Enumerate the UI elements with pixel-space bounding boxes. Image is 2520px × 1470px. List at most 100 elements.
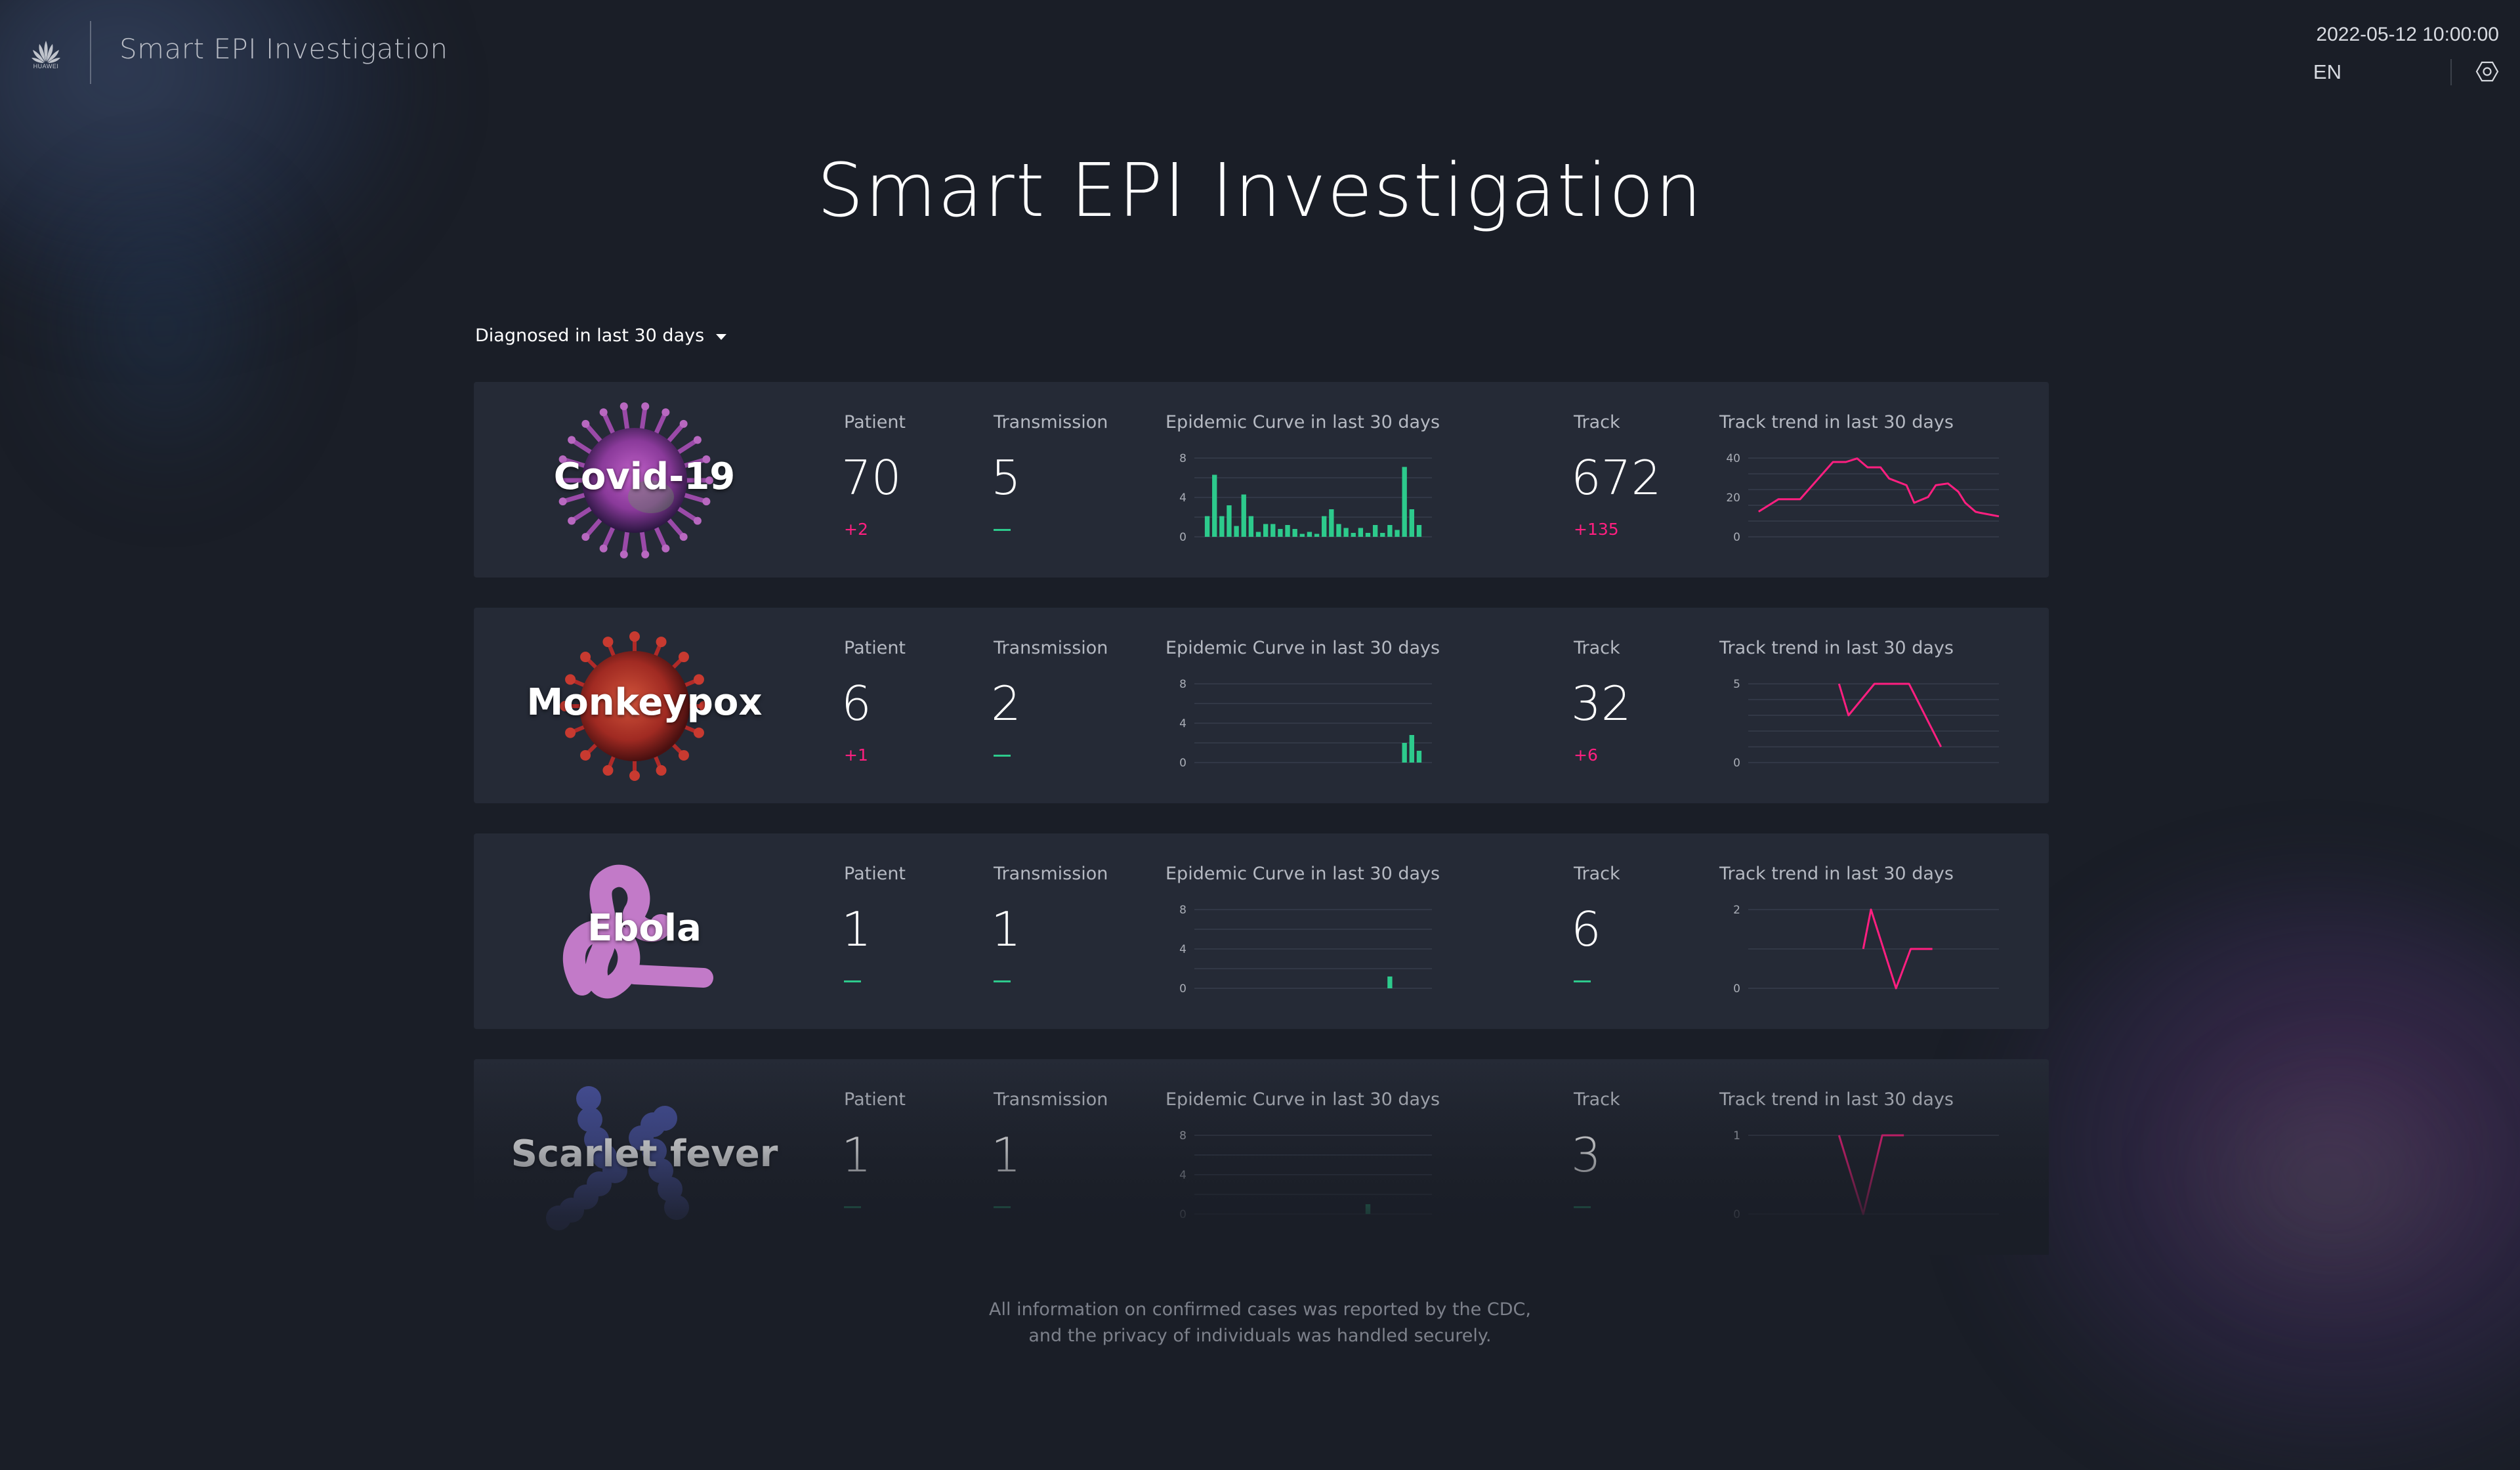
y-tick-label: 5 (1733, 678, 1740, 691)
patient-delta-increase: +1 (844, 746, 868, 765)
epidemic-bar (1387, 525, 1393, 537)
patient-label: Patient (844, 864, 906, 884)
y-tick-label: 0 (1733, 531, 1740, 544)
footer-line-2: and the privacy of individuals was handl… (1028, 1326, 1492, 1346)
epidemic-bar (1278, 529, 1283, 537)
track-label: Track (1574, 1089, 1620, 1110)
background-virus-glow (1982, 879, 2520, 1470)
patient-label: Patient (844, 1089, 906, 1110)
track-trend-label: Track trend in last 30 days (1719, 638, 1954, 658)
patient-delta-no-change-indicator (844, 980, 861, 982)
epidemic-bar (1292, 529, 1297, 537)
transmission-label: Transmission (994, 1089, 1108, 1110)
transmission-count: 5 (991, 450, 1021, 505)
epidemic-bar (1314, 534, 1320, 537)
transmission-delta-no-change-indicator (994, 529, 1011, 531)
y-tick-label: 4 (1179, 492, 1186, 505)
y-tick-label: 4 (1179, 1169, 1186, 1182)
patient-delta-no-change-indicator (844, 1206, 861, 1208)
epidemic-bar (1227, 505, 1232, 537)
epidemic-bar (1219, 516, 1225, 537)
epidemic-bar (1351, 533, 1356, 537)
y-tick-label: 0 (1733, 757, 1740, 770)
settings-icon[interactable] (2475, 60, 2499, 83)
epidemic-bar (1307, 532, 1312, 537)
y-tick-label: 40 (1726, 452, 1740, 465)
header-right-divider (2450, 59, 2452, 85)
track-trend-chart: 10 (1723, 1125, 1999, 1221)
epidemic-curve-chart: 8 4 0 (1169, 448, 1432, 544)
track-label: Track (1574, 864, 1620, 884)
track-count: 3 (1571, 1127, 1601, 1183)
y-tick-label: 2 (1733, 904, 1740, 917)
current-datetime: 2022-05-12 10:00:00 (2316, 24, 2499, 45)
footer-disclaimer: All information on confirmed cases was r… (0, 1297, 2520, 1349)
epidemic-curve-chart: 8 4 0 (1169, 1125, 1432, 1221)
track-trend-line (1838, 1134, 1904, 1215)
y-tick-label: 0 (1179, 757, 1186, 770)
epidemic-bar (1322, 516, 1327, 537)
epidemic-bar (1263, 524, 1269, 537)
disease-card[interactable]: Scarlet fever Patient 1 Transmission 1 E… (474, 1059, 2049, 1255)
time-range-selected: Diagnosed in last 30 days (475, 326, 705, 346)
track-delta-no-change-indicator (1574, 1206, 1591, 1208)
y-tick-label: 0 (1733, 982, 1740, 996)
epidemic-curve-chart: 8 4 0 (1169, 899, 1432, 996)
epidemic-bar (1372, 525, 1378, 537)
track-trend-chart: 20 (1723, 899, 1999, 996)
epidemic-bar (1365, 1204, 1371, 1214)
track-trend-label: Track trend in last 30 days (1719, 1089, 1954, 1110)
track-trend-chart: 50 (1723, 673, 1999, 770)
patient-delta-increase: +2 (844, 520, 868, 539)
epidemic-curve-label: Epidemic Curve in last 30 days (1166, 412, 1440, 432)
epidemic-bar (1299, 534, 1305, 537)
page-title: Smart EPI Investigation (816, 148, 1704, 234)
patient-label: Patient (844, 412, 906, 432)
time-range-dropdown[interactable]: Diagnosed in last 30 days (475, 326, 727, 346)
track-count: 672 (1571, 450, 1662, 505)
patient-count: 1 (841, 1127, 872, 1183)
transmission-count: 1 (991, 1127, 1021, 1183)
epidemic-bar (1365, 533, 1371, 537)
epidemic-bar (1285, 525, 1290, 537)
header-divider (90, 21, 91, 84)
track-trend-label: Track trend in last 30 days (1719, 864, 1954, 884)
footer-line-1: All information on confirmed cases was r… (989, 1299, 1531, 1320)
brand-name: HUAWEI (33, 63, 59, 70)
disease-card[interactable]: Monkeypox Patient 6 +1 Transmission 2 Ep… (474, 608, 2049, 803)
track-trend-chart: 40 20 0 (1723, 448, 2000, 544)
language-switch[interactable]: EN (2313, 60, 2342, 84)
track-count: 32 (1571, 676, 1631, 731)
track-count: 6 (1571, 902, 1601, 957)
track-delta-increase: +6 (1574, 746, 1598, 765)
epidemic-bar (1416, 751, 1422, 763)
epidemic-bar (1234, 526, 1239, 537)
y-tick-label: 1 (1733, 1129, 1740, 1143)
transmission-label: Transmission (994, 864, 1108, 884)
transmission-delta-no-change-indicator (994, 1206, 1011, 1208)
epidemic-bar (1241, 494, 1246, 537)
y-tick-label: 8 (1179, 1129, 1186, 1143)
app-title: Smart EPI Investigation (119, 33, 448, 65)
epidemic-bar (1248, 516, 1254, 537)
transmission-count: 1 (991, 902, 1021, 957)
y-tick-label: 4 (1179, 943, 1186, 956)
patient-label: Patient (844, 638, 906, 658)
disease-card[interactable]: Covid-19 Patient 70 +2 Transmission 5 Ep… (474, 382, 2049, 578)
track-trend-line (1758, 457, 2000, 518)
track-delta-increase: +135 (1574, 520, 1619, 539)
epidemic-bar (1336, 524, 1341, 537)
disease-name: Covid-19 (553, 455, 736, 498)
epidemic-bar (1416, 525, 1422, 537)
y-tick-label: 0 (1733, 1208, 1740, 1221)
epidemic-bar (1204, 516, 1210, 537)
disease-card[interactable]: Ebola Patient 1 Transmission 1 Epidemic … (474, 833, 2049, 1029)
y-tick-label: 0 (1179, 1208, 1186, 1221)
track-label: Track (1574, 638, 1620, 658)
patient-count: 70 (841, 450, 902, 505)
y-tick-label: 0 (1179, 982, 1186, 996)
y-tick-label: 0 (1179, 531, 1186, 544)
track-delta-no-change-indicator (1574, 980, 1591, 982)
epidemic-bar (1329, 509, 1334, 537)
epidemic-bar (1409, 509, 1414, 537)
